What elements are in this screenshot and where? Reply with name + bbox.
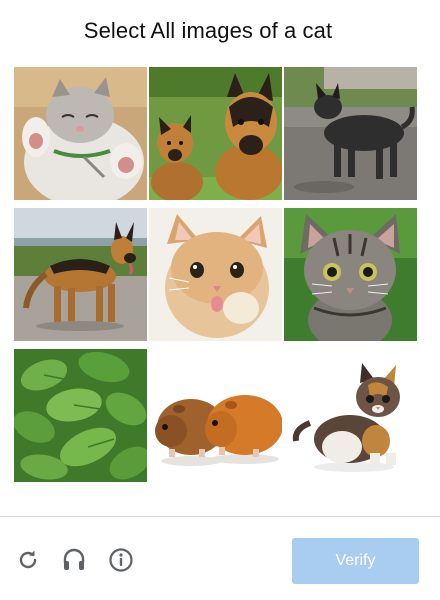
reload-button[interactable] xyxy=(14,546,42,574)
calico-kitten-image xyxy=(284,349,417,482)
black-dog-on-dirt-image xyxy=(284,67,417,200)
image-tile-german-shepherd-standing[interactable] xyxy=(14,208,147,341)
image-grid xyxy=(0,0,440,500)
image-tile-two-guinea-pigs[interactable] xyxy=(149,349,282,482)
image-tile-german-shepherd-with-puppy[interactable] xyxy=(149,67,282,200)
image-tile-tabby-kitten-on-grass[interactable] xyxy=(284,208,417,341)
kitten-on-back-image xyxy=(14,67,147,200)
image-tile-calico-kitten[interactable] xyxy=(284,349,417,482)
info-icon xyxy=(109,548,133,572)
image-tile-kitten-on-back[interactable] xyxy=(14,67,147,200)
green-leaves-image xyxy=(14,349,147,482)
orange-kitten-image xyxy=(149,208,282,341)
german-shepherd-with-puppy-image xyxy=(149,67,282,200)
german-shepherd-standing-image xyxy=(14,208,147,341)
verify-button[interactable]: Verify xyxy=(292,538,419,584)
two-guinea-pigs-image xyxy=(149,349,282,482)
image-tile-orange-kitten[interactable] xyxy=(149,208,282,341)
image-tile-green-leaves[interactable] xyxy=(14,349,147,482)
footer-divider xyxy=(0,516,440,517)
audio-challenge-button[interactable] xyxy=(60,546,88,574)
tabby-kitten-on-grass-image xyxy=(284,208,417,341)
image-tile-black-dog-on-dirt[interactable] xyxy=(284,67,417,200)
info-button[interactable] xyxy=(107,546,135,574)
headphones-icon xyxy=(63,548,85,570)
reload-icon xyxy=(19,550,37,569)
